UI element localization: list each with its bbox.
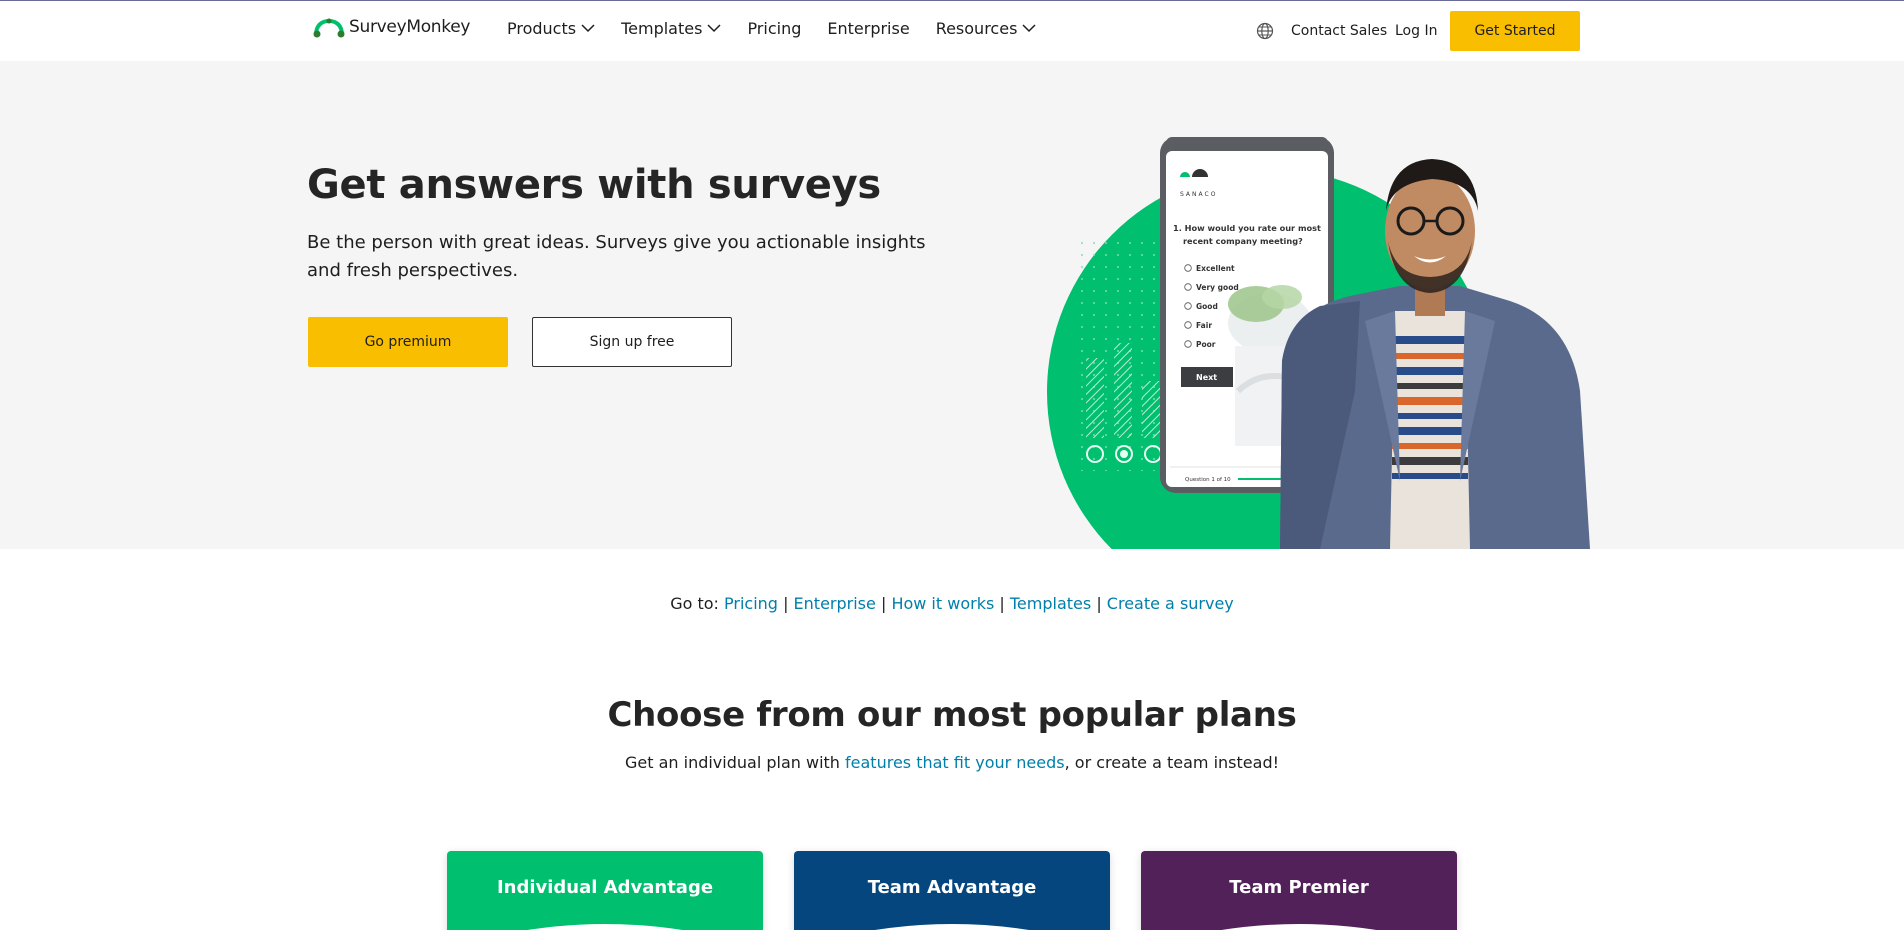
phone-progress-text: Question 1 of 10 (1185, 477, 1231, 483)
logo-icon (313, 18, 345, 38)
goto-enterprise-link[interactable]: Enterprise (794, 594, 876, 613)
nav-resources-label: Resources (935, 19, 1018, 38)
plans-title: Choose from our most popular plans (607, 695, 1297, 735)
bar-2 (1114, 343, 1132, 438)
option-excellent: Excellent (1196, 264, 1235, 273)
logo-text: SurveyMonkey (349, 17, 471, 37)
hero-title: Get answers with surveys (307, 162, 881, 208)
chevron-down-icon (1022, 24, 1036, 33)
option-very-good: Very good (1196, 283, 1239, 292)
plans-subtitle-after: , or create a team instead! (1064, 753, 1280, 772)
goto-separator: | (1096, 594, 1102, 613)
surveymonkey-logo[interactable]: SurveyMonkey (313, 15, 470, 39)
nav-products-label: Products (507, 19, 577, 38)
hero-illustration: SANACO 1. How would you rate our most re… (1047, 137, 1590, 549)
phone-next-label: Next (1196, 373, 1217, 382)
nav-pricing[interactable]: Pricing (747, 19, 801, 38)
log-in-link[interactable]: Log In (1395, 23, 1437, 39)
sign-up-free-button[interactable]: Sign up free (532, 317, 732, 367)
globe-icon[interactable] (1256, 22, 1274, 40)
go-premium-button[interactable]: Go premium (308, 317, 508, 367)
phone-question-line-2: recent company meeting? (1183, 236, 1303, 246)
option-good: Good (1196, 302, 1218, 311)
phone-brand: SANACO (1180, 191, 1217, 198)
nav-templates[interactable]: Templates (621, 19, 721, 38)
plan-name: Individual Advantage (496, 877, 714, 898)
main-nav: Products Templates Pricing Enterprise Re… (507, 19, 1036, 38)
card-curve (527, 924, 683, 930)
option-fair: Fair (1196, 321, 1212, 330)
nav-pricing-label: Pricing (747, 19, 802, 38)
plan-card-team-advantage: Team Advantage (794, 851, 1110, 930)
option-poor: Poor (1196, 340, 1216, 349)
goto-separator: | (880, 594, 887, 613)
goto-how-it-works-link[interactable]: How it works (891, 594, 994, 613)
get-started-button[interactable]: Get Started (1450, 11, 1580, 51)
plan-name: Team Advantage (867, 877, 1037, 898)
phone-question-line-1: 1. How would you rate our most (1173, 223, 1321, 233)
goto-prefix: Go to: (670, 594, 719, 613)
bar-1 (1086, 358, 1104, 438)
plan-card-team-premier: Team Premier (1141, 851, 1457, 930)
card-curve (874, 924, 1030, 930)
hero-subtitle: Be the person with great ideas. Surveys … (307, 232, 926, 281)
goto-links: Go to: Pricing | Enterprise | How it wor… (0, 594, 1904, 613)
goto-pricing-link[interactable]: Pricing (724, 594, 778, 613)
card-curve (1221, 924, 1377, 930)
site-header: SurveyMonkey Products Templates Pricing … (0, 1, 1904, 61)
bar-3 (1142, 381, 1160, 438)
plans-subtitle-before: Get an individual plan with (624, 753, 846, 772)
hero-section: Get answers with surveys Be the person w… (0, 61, 1904, 549)
plan-card-individual-advantage: Individual Advantage (447, 851, 763, 930)
plan-name: Team Premier (1229, 877, 1369, 898)
contact-sales-link[interactable]: Contact Sales (1291, 23, 1387, 39)
nav-resources[interactable]: Resources (936, 19, 1037, 38)
chevron-down-icon (707, 24, 721, 33)
chevron-down-icon (581, 24, 595, 33)
plans-subtitle: Get an individual plan with features tha… (0, 753, 1904, 772)
features-link[interactable]: features that fit your needs (845, 753, 1065, 772)
nav-enterprise[interactable]: Enterprise (827, 19, 909, 38)
goto-create-survey-link[interactable]: Create a survey (1107, 594, 1234, 613)
goto-templates-link[interactable]: Templates (1010, 594, 1091, 613)
nav-products[interactable]: Products (507, 19, 595, 38)
nav-enterprise-label: Enterprise (827, 19, 910, 38)
goto-separator: | (783, 594, 789, 613)
goto-separator: | (999, 594, 1005, 613)
nav-templates-label: Templates (621, 19, 703, 38)
